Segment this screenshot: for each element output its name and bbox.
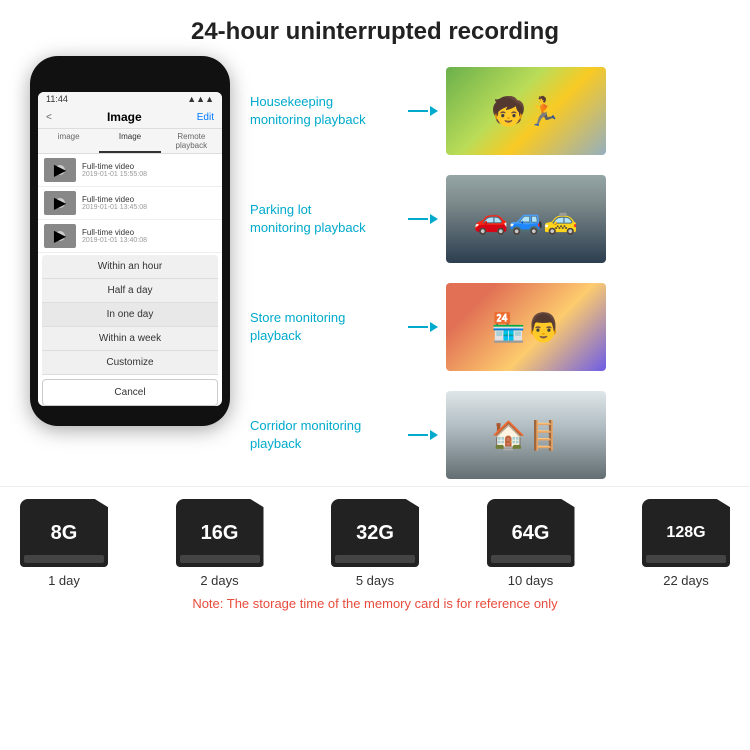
arrow-3: [430, 322, 438, 332]
storage-card-col-8g: 8G 1 day: [20, 499, 108, 588]
phone-back-btn[interactable]: <: [46, 112, 52, 123]
monitoring-row-store: Store monitoringplayback 🏪👨: [250, 276, 730, 378]
phone-item-date-1: 2019-01-01 15:55:08: [82, 171, 216, 178]
photo-corridor: 🏠🪜: [446, 391, 606, 479]
dropdown-item-within-hour[interactable]: Within an hour: [42, 255, 218, 279]
arrow-4: [430, 430, 438, 440]
phone-thumb-3: ▶: [44, 224, 76, 248]
storage-days-128g: 22 days: [663, 573, 709, 588]
connector-3: [408, 322, 438, 332]
connector-1: [408, 106, 438, 116]
play-icon-3: ▶: [55, 231, 65, 241]
photo-store: 🏪👨: [446, 283, 606, 371]
page-header: 24-hour uninterrupted recording: [0, 0, 750, 56]
arrow-1: [430, 106, 438, 116]
phone-dropdown[interactable]: Within an hour Half a day In one day Wit…: [42, 255, 218, 375]
play-icon-2: ▶: [55, 198, 65, 208]
storage-cards: 8G 1 day 16G 2 days 32G 5 days 64G 10 da…: [20, 499, 730, 588]
monitoring-label-parking: Parking lotmonitoring playback: [250, 201, 400, 237]
sd-card-64g: 64G: [487, 499, 575, 567]
photo-parking: 🚗🚙🚕: [446, 175, 606, 263]
sd-card-32g: 32G: [331, 499, 419, 567]
dropdown-item-one-day[interactable]: In one day: [42, 303, 218, 327]
sd-card-label-8g: 8G: [51, 522, 78, 545]
storage-card-col-128g: 128G 22 days: [642, 499, 730, 588]
phone-container: 11:44 ▲▲▲ < Image Edit image Image Remot…: [20, 56, 240, 486]
phone-item-text-2: Full-time video 2019-01-01 13:45:08: [82, 195, 216, 211]
phone-icons: ▲▲▲: [187, 94, 214, 104]
storage-days-32g: 5 days: [356, 573, 394, 588]
main-section: 11:44 ▲▲▲ < Image Edit image Image Remot…: [0, 56, 750, 486]
phone-tab-remote[interactable]: Remote playback: [161, 129, 222, 153]
phone-item-text-1: Full-time video 2019-01-01 15:55:08: [82, 162, 216, 178]
storage-section: 8G 1 day 16G 2 days 32G 5 days 64G 10 da…: [0, 486, 750, 619]
page-title: 24-hour uninterrupted recording: [20, 18, 730, 46]
storage-note: Note: The storage time of the memory car…: [20, 596, 730, 611]
phone-screen-title: Image: [107, 110, 142, 124]
h-line-3: [408, 326, 428, 328]
h-line-4: [408, 434, 428, 436]
phone-screen: 11:44 ▲▲▲ < Image Edit image Image Remot…: [38, 92, 222, 406]
storage-card-col-16g: 16G 2 days: [176, 499, 264, 588]
phone-item-text-3: Full-time video 2019-01-01 13:40:08: [82, 228, 216, 244]
storage-card-col-64g: 64G 10 days: [487, 499, 575, 588]
monitoring-label-corridor: Corridor monitoringplayback: [250, 417, 400, 453]
connector-4: [408, 430, 438, 440]
storage-days-16g: 2 days: [200, 573, 238, 588]
storage-days-8g: 1 day: [48, 573, 80, 588]
phone-list-item-2[interactable]: ▶ Full-time video 2019-01-01 13:45:08: [38, 187, 222, 220]
phone-time: 11:44: [46, 94, 68, 104]
phone-notch: [90, 70, 170, 88]
phone-status-bar: 11:44 ▲▲▲: [38, 92, 222, 106]
phone-cancel-btn[interactable]: Cancel: [42, 379, 218, 406]
phone-top-bar: < Image Edit: [38, 106, 222, 129]
phone-item-date-2: 2019-01-01 13:45:08: [82, 204, 216, 211]
dropdown-item-half-day[interactable]: Half a day: [42, 279, 218, 303]
play-icon-1: ▶: [55, 165, 65, 175]
phone-item-date-3: 2019-01-01 13:40:08: [82, 237, 216, 244]
phone-list-item-3[interactable]: ▶ Full-time video 2019-01-01 13:40:08: [38, 220, 222, 253]
phone-item-title-1: Full-time video: [82, 162, 216, 171]
phone-list-item-1[interactable]: ▶ Full-time video 2019-01-01 15:55:08: [38, 154, 222, 187]
monitoring-label-store: Store monitoringplayback: [250, 309, 400, 345]
sd-card-label-64g: 64G: [512, 522, 550, 545]
arrow-2: [430, 214, 438, 224]
storage-days-64g: 10 days: [508, 573, 554, 588]
phone-thumb-2: ▶: [44, 191, 76, 215]
monitoring-row-parking: Parking lotmonitoring playback 🚗🚙🚕: [250, 168, 730, 270]
h-line-2: [408, 218, 428, 220]
phone-thumb-1: ▶: [44, 158, 76, 182]
photo-housekeeping: 🧒🏃: [446, 67, 606, 155]
phone-tab-image[interactable]: image: [38, 129, 99, 153]
phone-edit-btn[interactable]: Edit: [197, 112, 214, 123]
right-section: Housekeepingmonitoring playback 🧒🏃 Parki…: [250, 56, 730, 486]
dropdown-item-week[interactable]: Within a week: [42, 327, 218, 351]
sd-card-128g: 128G: [642, 499, 730, 567]
h-line-1: [408, 110, 428, 112]
phone-item-title-2: Full-time video: [82, 195, 216, 204]
phone-mockup: 11:44 ▲▲▲ < Image Edit image Image Remot…: [30, 56, 230, 426]
sd-card-16g: 16G: [176, 499, 264, 567]
connector-2: [408, 214, 438, 224]
storage-card-col-32g: 32G 5 days: [331, 499, 419, 588]
monitoring-row-housekeeping: Housekeepingmonitoring playback 🧒🏃: [250, 60, 730, 162]
phone-tab-image2[interactable]: Image: [99, 129, 160, 153]
monitoring-label-housekeeping: Housekeepingmonitoring playback: [250, 93, 400, 129]
sd-card-8g: 8G: [20, 499, 108, 567]
dropdown-item-customize[interactable]: Customize: [42, 351, 218, 375]
sd-card-label-32g: 32G: [356, 522, 394, 545]
sd-card-label-16g: 16G: [201, 522, 239, 545]
monitoring-row-corridor: Corridor monitoringplayback 🏠🪜: [250, 384, 730, 486]
phone-tabs: image Image Remote playback: [38, 129, 222, 154]
sd-card-label-128g: 128G: [666, 524, 705, 542]
phone-item-title-3: Full-time video: [82, 228, 216, 237]
